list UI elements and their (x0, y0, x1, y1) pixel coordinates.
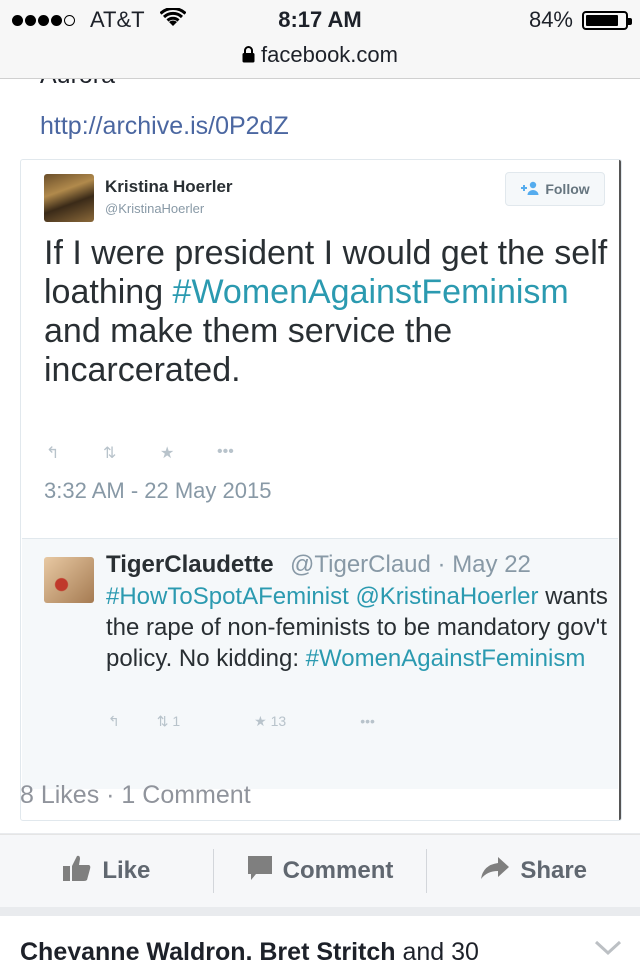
share-label: Share (520, 857, 588, 884)
more-icon[interactable]: ••• (217, 443, 274, 463)
commenters-text: Cheyanne Waldron, Bret Stritch and 30 (20, 938, 479, 960)
reply-icon[interactable]: ↰ (46, 443, 103, 463)
post-text: Aurora (40, 79, 115, 90)
share-button[interactable]: Share (426, 849, 640, 893)
facebook-post: Aurora http://archive.is/0P2dZ Kristina … (0, 79, 640, 833)
status-bar: AT&T 8:17 AM 84% (0, 0, 640, 40)
battery-percentage: 84% (528, 7, 573, 32)
follow-button[interactable]: Follow (505, 172, 605, 206)
comment-label: Comment (282, 857, 394, 884)
retweet-icon[interactable]: ⇅ (103, 443, 160, 463)
divider (619, 160, 621, 820)
tweet-text: If I were president I would get the self… (44, 234, 608, 389)
chevron-down-icon[interactable] (594, 940, 622, 960)
tweet-author-handle[interactable]: @KristinaHoerler (105, 201, 204, 216)
likes-summary[interactable]: 8 Likes · 1 Comment (20, 781, 251, 810)
retweet-count: 1 (172, 713, 181, 729)
reply-icon[interactable]: ↰ (108, 713, 120, 730)
avatar[interactable] (44, 557, 94, 603)
more-icon[interactable]: ••• (360, 713, 375, 730)
tweet-author-name[interactable]: Kristina Hoerler (105, 177, 233, 197)
comments-preview[interactable]: Cheyanne Waldron, Bret Stritch and 30 (0, 916, 640, 960)
favorite-count: 13 (270, 713, 287, 729)
favorite-icon[interactable]: ★ 13 (254, 713, 323, 730)
url-text: facebook.com (261, 42, 398, 67)
hashtag-link[interactable]: #HowToSpotAFeminist (106, 583, 349, 610)
favorite-icon[interactable]: ★ (160, 443, 217, 463)
tweet-actions: ↰ ⇅ ★ ••• (46, 443, 274, 463)
hashtag-link[interactable]: #WomenAgainstFeminism (306, 645, 586, 672)
post-link[interactable]: http://archive.is/0P2dZ (40, 112, 289, 141)
mention-link[interactable]: @KristinaHoerler (355, 583, 538, 610)
quoted-tweet-text: #HowToSpotAFeminist @KristinaHoerler wan… (106, 583, 608, 672)
comment-icon (247, 855, 273, 888)
like-label: Like (102, 857, 151, 884)
like-button[interactable]: Like (0, 849, 213, 893)
quoted-tweet-actions: ↰ ⇅ 1 ★ 13 ••• (108, 713, 412, 730)
follow-label: Follow (545, 181, 590, 197)
quoted-tweet[interactable]: TigerClaudette @TigerClaud · May 22 #How… (22, 538, 618, 789)
lock-icon (242, 41, 255, 71)
comment-button[interactable]: Comment (212, 849, 427, 893)
tweet-timestamp[interactable]: 3:32 AM - 22 May 2015 (44, 478, 271, 504)
share-icon (480, 856, 510, 887)
avatar[interactable] (44, 174, 94, 222)
thumbs-up-icon (62, 854, 92, 889)
quoted-author-name[interactable]: TigerClaudette (106, 551, 274, 579)
embedded-tweet[interactable]: Kristina Hoerler @KristinaHoerler Follow… (20, 159, 622, 821)
add-user-icon (520, 181, 540, 198)
quoted-author-meta: @TigerClaud · May 22 (290, 551, 531, 578)
retweet-icon[interactable]: ⇅ 1 (157, 713, 217, 730)
battery-icon (582, 11, 632, 30)
hashtag-link[interactable]: #WomenAgainstFeminism (173, 273, 569, 311)
post-action-bar: Like Comment Share (0, 834, 640, 907)
address-bar[interactable]: facebook.com (0, 40, 640, 79)
